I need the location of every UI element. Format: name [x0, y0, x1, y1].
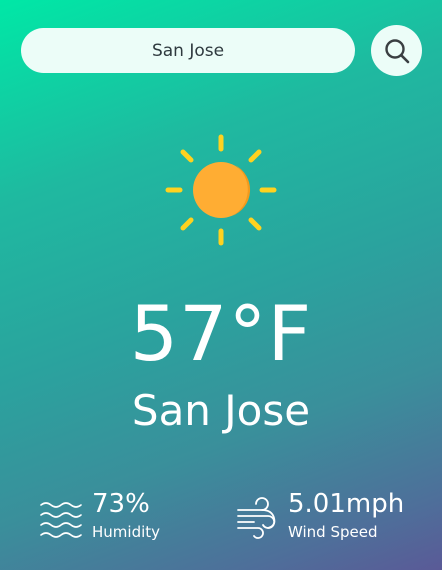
weather-card: 57°F San Jose 73% Humidity: [0, 0, 442, 570]
wind-value: 5.01mph: [288, 489, 405, 519]
temperature: 57°F: [129, 289, 313, 378]
search-input[interactable]: [21, 28, 355, 73]
humidity-icon: [40, 502, 82, 538]
sun-icon: [165, 134, 277, 246]
humidity-stat: 73% Humidity: [40, 490, 160, 542]
search-button[interactable]: [371, 25, 422, 76]
humidity-label: Humidity: [92, 522, 161, 541]
humidity-value: 73%: [92, 489, 150, 519]
search-icon: [384, 38, 409, 63]
wind-label: Wind Speed: [288, 522, 378, 541]
wind-icon: [237, 497, 276, 539]
city-name: San Jose: [131, 386, 311, 435]
wind-stat: 5.01mph Wind Speed: [236, 490, 404, 542]
